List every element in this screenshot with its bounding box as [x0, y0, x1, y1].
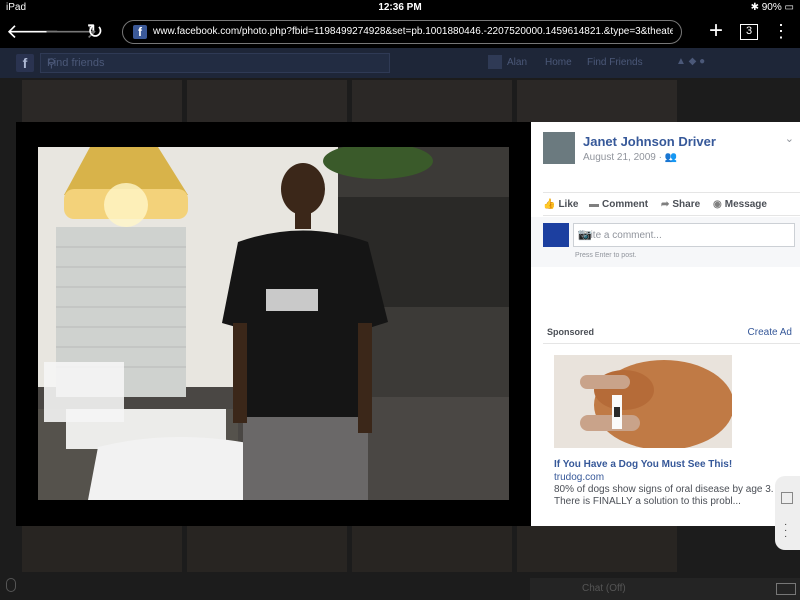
mouse-icon: [6, 578, 16, 592]
message-label: Message: [724, 199, 767, 210]
user-avatar[interactable]: [488, 55, 502, 69]
ad-description: 80% of dogs show signs of oral disease b…: [554, 484, 774, 507]
like-button[interactable]: 👍 Like: [543, 199, 578, 210]
create-ad-link[interactable]: Create Ad: [748, 327, 792, 338]
photo-illustration: [38, 147, 509, 500]
battery-indicator: ✱ 90% ▭: [751, 2, 794, 13]
emoji-icon[interactable]: ☺: [578, 228, 790, 240]
comment-label: Comment: [602, 199, 649, 210]
comment-hint: Press Enter to post.: [575, 252, 637, 259]
more-vertical-icon[interactable]: ⋮: [772, 20, 790, 44]
facebook-favicon-icon: f: [133, 25, 147, 39]
divider: [543, 215, 800, 216]
divider: [543, 343, 800, 344]
bluetooth-icon: ✱: [750, 2, 762, 13]
clock: 12:36 PM: [378, 2, 422, 13]
photo-date: August 21, 2009 · 👥: [583, 152, 677, 163]
owner-avatar[interactable]: [543, 132, 575, 164]
side-panel-widget[interactable]: · · ·: [775, 476, 800, 550]
url-text: www.facebook.com/photo.php?fbid=11984992…: [153, 26, 673, 37]
photo-date-text: August 21, 2009 ·: [583, 152, 665, 163]
photo-info-panel: Janet Johnson Driver August 21, 2009 · 👥…: [531, 122, 800, 526]
background-photo-thumb: [352, 80, 512, 122]
chat-status: Chat (Off): [582, 583, 626, 594]
browser-toolbar: 🡐 🡒 ↻ f www.facebook.com/photo.php?fbid=…: [0, 16, 800, 48]
facebook-logo-icon[interactable]: f: [16, 54, 34, 72]
background-photo-thumb: [187, 526, 347, 572]
keyboard-icon[interactable]: [776, 583, 796, 595]
find-friends-link[interactable]: Find Friends: [587, 57, 643, 68]
battery-percent: 90%: [761, 2, 782, 13]
like-label: Like: [558, 199, 579, 210]
new-tab-plus-icon[interactable]: +: [704, 19, 728, 45]
ad-domain-link[interactable]: trudog.com: [554, 472, 604, 483]
owner-name-link[interactable]: Janet Johnson Driver: [583, 134, 716, 149]
messenger-icon: ◉: [713, 199, 722, 210]
dog-ad-illustration: [554, 355, 732, 448]
divider: [543, 192, 800, 193]
notification-icons[interactable]: ▲ ◆ ●: [676, 56, 736, 68]
address-bar[interactable]: f www.facebook.com/photo.php?fbid=119849…: [122, 20, 682, 44]
tab-count-button[interactable]: 3: [740, 24, 758, 40]
comment-composer: Write a comment... 📷 ☺ Press Enter to po…: [531, 217, 800, 267]
forward-arrow-icon[interactable]: 🡒: [44, 20, 98, 44]
background-photo-thumb: [517, 526, 677, 572]
background-photo-thumb: [22, 526, 182, 572]
background-photo-thumb: [352, 526, 512, 572]
comment-input[interactable]: Write a comment... 📷 ☺: [573, 223, 795, 247]
user-name-link[interactable]: Alan: [507, 57, 527, 68]
share-button[interactable]: ➦ Share: [661, 199, 700, 210]
sponsored-label: Sponsored: [547, 327, 595, 337]
thumbs-up-icon: 👍: [543, 199, 556, 210]
window-square-icon[interactable]: [781, 492, 793, 504]
message-button[interactable]: ◉ Message: [713, 199, 767, 210]
share-arrow-icon: ➦: [661, 199, 670, 210]
comment-bubble-icon: ▬: [589, 199, 599, 210]
chevron-down-icon[interactable]: ⌄: [785, 132, 794, 145]
ad-title-link[interactable]: If You Have a Dog You Must See This!: [554, 459, 732, 470]
battery-icon: ▭: [784, 2, 794, 13]
chat-bar[interactable]: Chat (Off): [530, 578, 800, 600]
ad-image[interactable]: [554, 355, 732, 448]
main-photo[interactable]: [38, 147, 509, 500]
share-label: Share: [672, 199, 701, 210]
ios-status-bar: iPad 12:36 PM ✱ 90% ▭: [0, 0, 800, 16]
home-link[interactable]: Home: [545, 57, 572, 68]
facebook-header: f Find friends ⚲ Alan Home Find Friends …: [0, 48, 800, 78]
back-arrow-icon[interactable]: 🡐: [6, 20, 60, 44]
vertical-dots-icon[interactable]: · · ·: [784, 520, 787, 542]
reload-icon[interactable]: ↻: [82, 20, 108, 44]
friends-audience-icon[interactable]: 👥: [665, 152, 677, 163]
search-icon[interactable]: ⚲: [47, 56, 379, 70]
facebook-search-input[interactable]: Find friends ⚲: [40, 53, 390, 73]
viewer-avatar: [543, 223, 569, 247]
background-photo-thumb: [187, 80, 347, 122]
comment-button[interactable]: ▬ Comment: [589, 199, 648, 210]
background-photo-thumb: [517, 80, 677, 122]
background-photo-thumb: [22, 80, 182, 122]
